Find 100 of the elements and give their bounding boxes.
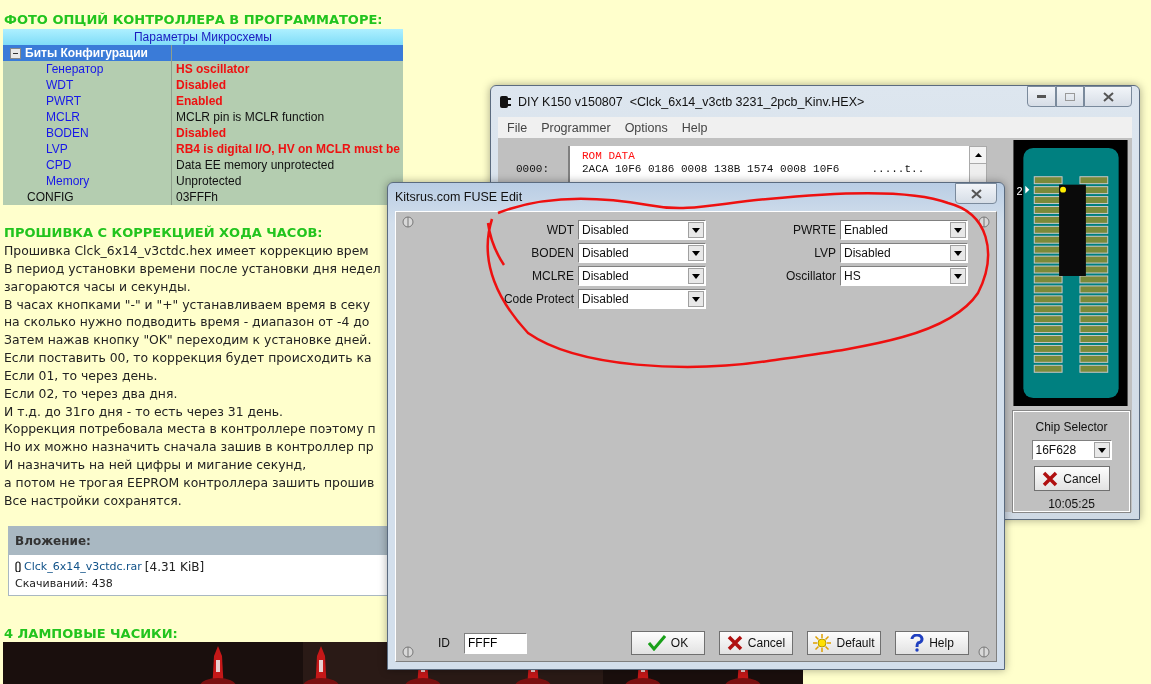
fuse-select[interactable]: Disabled [578, 243, 706, 263]
close-icon [726, 635, 743, 651]
fuse-select[interactable]: HS [840, 266, 968, 286]
paragraph-line: Если поставить 00, то коррекция будет происходить ка [4, 349, 372, 367]
hex-address: 0000: [516, 163, 549, 175]
section-heading: 4 ЛАМПОВЫЕ ЧАСИКИ: [3, 625, 178, 642]
close-icon [1102, 91, 1114, 102]
field-label: Oscillator [785, 269, 836, 283]
menu-item[interactable]: Help [675, 120, 714, 135]
scroll-up-arrow-icon [974, 153, 982, 157]
hex-heading: ROM DATA [582, 150, 636, 163]
group-row[interactable]: Биты Конфигурации [3, 45, 403, 61]
close-button[interactable] [955, 183, 997, 204]
fuse-select[interactable]: Disabled [578, 266, 706, 286]
window-title: DIY K150 v150807 <Clck_6x14_v3ctb 3231_2pcb_Kinv.HEX> [518, 94, 865, 109]
fuse-select[interactable]: Disabled [840, 243, 968, 263]
help-button[interactable]: Help [895, 631, 969, 655]
menu-item[interactable]: Options [618, 120, 674, 135]
fuse-select[interactable]: Enabled [840, 220, 968, 240]
field-label: BODEN [530, 246, 574, 260]
paperclip-icon [15, 561, 21, 573]
group-label: Биты Конфигурации [25, 45, 148, 61]
parameter-value: RB4 is digital I/O, HV on MCLR must be [175, 141, 401, 157]
hex-ascii: .....t.. [871, 163, 925, 176]
paragraph-line: Если 02, то через два дня. [4, 384, 178, 403]
paragraph-line: Но их можно назначить сначала зашив в контроллер пр [4, 438, 374, 457]
checkmark-icon [647, 635, 666, 651]
cancel-button[interactable]: Cancel [1033, 466, 1110, 491]
clock-text: 10:05:25 [1048, 497, 1095, 511]
pin-label: 2 [1016, 184, 1023, 197]
dropdown-arrow-icon [692, 296, 700, 302]
ok-button[interactable]: OK [631, 631, 705, 655]
fuse-select[interactable]: Disabled [578, 220, 706, 240]
parameter-value: Unprotected [175, 173, 243, 189]
cancel-button[interactable]: Cancel [719, 631, 793, 655]
close-button[interactable] [1084, 86, 1132, 107]
paragraph-line: Коррекция потребовала места в контроллере поэтому п [4, 420, 376, 439]
section-heading: ФОТО ОПЦИЙ КОНТРОЛЛЕРА В ПРОГРАММАТОРЕ: [3, 12, 383, 28]
paragraph-line: загораются часы и секунды. [4, 277, 191, 296]
paragraph-line: И т.д. до 31го дня - то есть через 31 день. [4, 402, 283, 421]
minimize-button[interactable] [1027, 86, 1056, 107]
dialog-title: Kitsrus.com FUSE Edit [395, 190, 523, 204]
paragraph-line: В часах кнопками "-" и "+" устанавливаем время в секу [4, 295, 370, 314]
fuse-select[interactable]: Disabled [578, 289, 706, 309]
parameter-value: Enabled [175, 93, 224, 109]
section-heading: ПРОШИВКА С КОРРЕКЦИЕЙ ХОДА ЧАСОВ: [3, 225, 323, 241]
dropdown-arrow-icon [692, 273, 700, 279]
paragraph-line: на сколько нужно подводить время - диапазон от -4 до [4, 313, 370, 332]
parameter-name: CONFIG [27, 189, 74, 205]
paragraph-line: И назначить на ней цифры и мигание секунд, [4, 456, 307, 474]
dropdown-arrow-icon [954, 227, 962, 233]
field-label: PWRTE [791, 223, 836, 237]
parameter-value: HS oscillator [175, 61, 251, 77]
close-icon [970, 188, 982, 199]
screw-icon [978, 216, 990, 228]
parameter-name: PWRT [46, 93, 82, 109]
paragraph-line: Прошивка Clck_6x14_v3ctdc.hex имеет коррекцию врем [4, 242, 369, 260]
parameter-value: Disabled [175, 77, 227, 93]
parameter-value: MCLR pin is MCLR function [175, 109, 326, 125]
screw-icon [978, 646, 990, 658]
dropdown-arrow-icon [954, 273, 962, 279]
field-label: WDT [545, 223, 574, 237]
dropdown-arrow-icon [692, 227, 700, 233]
file-size: [4.31 KiB] [144, 559, 205, 574]
dropdown-arrow-icon [692, 250, 700, 256]
sunburst-icon [813, 634, 832, 652]
paragraph-line: а потом не трогая EEPROM контроллера зашить прошив [4, 473, 375, 492]
parameter-name: LVP [46, 141, 68, 157]
parameter-name: Memory [46, 173, 90, 189]
default-button[interactable]: Default [807, 631, 881, 655]
paragraph-line: Все настройки сохранятся. [4, 491, 182, 510]
dropdown-arrow-icon [1097, 447, 1106, 453]
field-label: MCLRE [531, 269, 574, 283]
parameter-name: WDT [46, 77, 74, 93]
collapse-toggle-icon[interactable] [10, 47, 21, 59]
parameter-name: MCLR [46, 109, 80, 125]
maximize-button[interactable] [1056, 86, 1084, 107]
minimize-icon [1037, 95, 1046, 98]
question-mark-icon [910, 634, 925, 652]
chip-selector-label: Chip Selector [1035, 420, 1108, 434]
menu-item[interactable]: File [501, 120, 534, 135]
chip-select[interactable]: 16F628 [1031, 440, 1112, 460]
close-icon [1042, 470, 1059, 487]
screw-icon [402, 646, 414, 658]
paragraph-line: Если 01, то через день. [4, 366, 158, 385]
id-input[interactable]: FFFF [464, 632, 527, 654]
menu-item[interactable]: Programmer [535, 120, 617, 135]
file-link[interactable]: Clck_6x14_v3ctdc.rar [24, 560, 142, 574]
maximize-icon [1065, 92, 1075, 101]
parameter-name: BODEN [46, 125, 89, 141]
parameter-name: CPD [46, 157, 72, 173]
hex-data: 2ACA 10F6 0186 0008 138B 1574 0008 10F6 [582, 163, 840, 176]
parameter-value: Data EE memory unprotected [175, 157, 336, 173]
parameter-name: Генератор [46, 61, 104, 77]
paragraph-line: Затем нажав кнопку "OK" переходим к установке дней. [4, 331, 372, 350]
dropdown-arrow-icon [954, 250, 962, 256]
field-label: Code Protect [502, 292, 574, 306]
parameter-value: Disabled [175, 125, 227, 141]
field-label: LVP [813, 246, 836, 260]
table-title: Параметры Микросхемы [3, 29, 403, 45]
